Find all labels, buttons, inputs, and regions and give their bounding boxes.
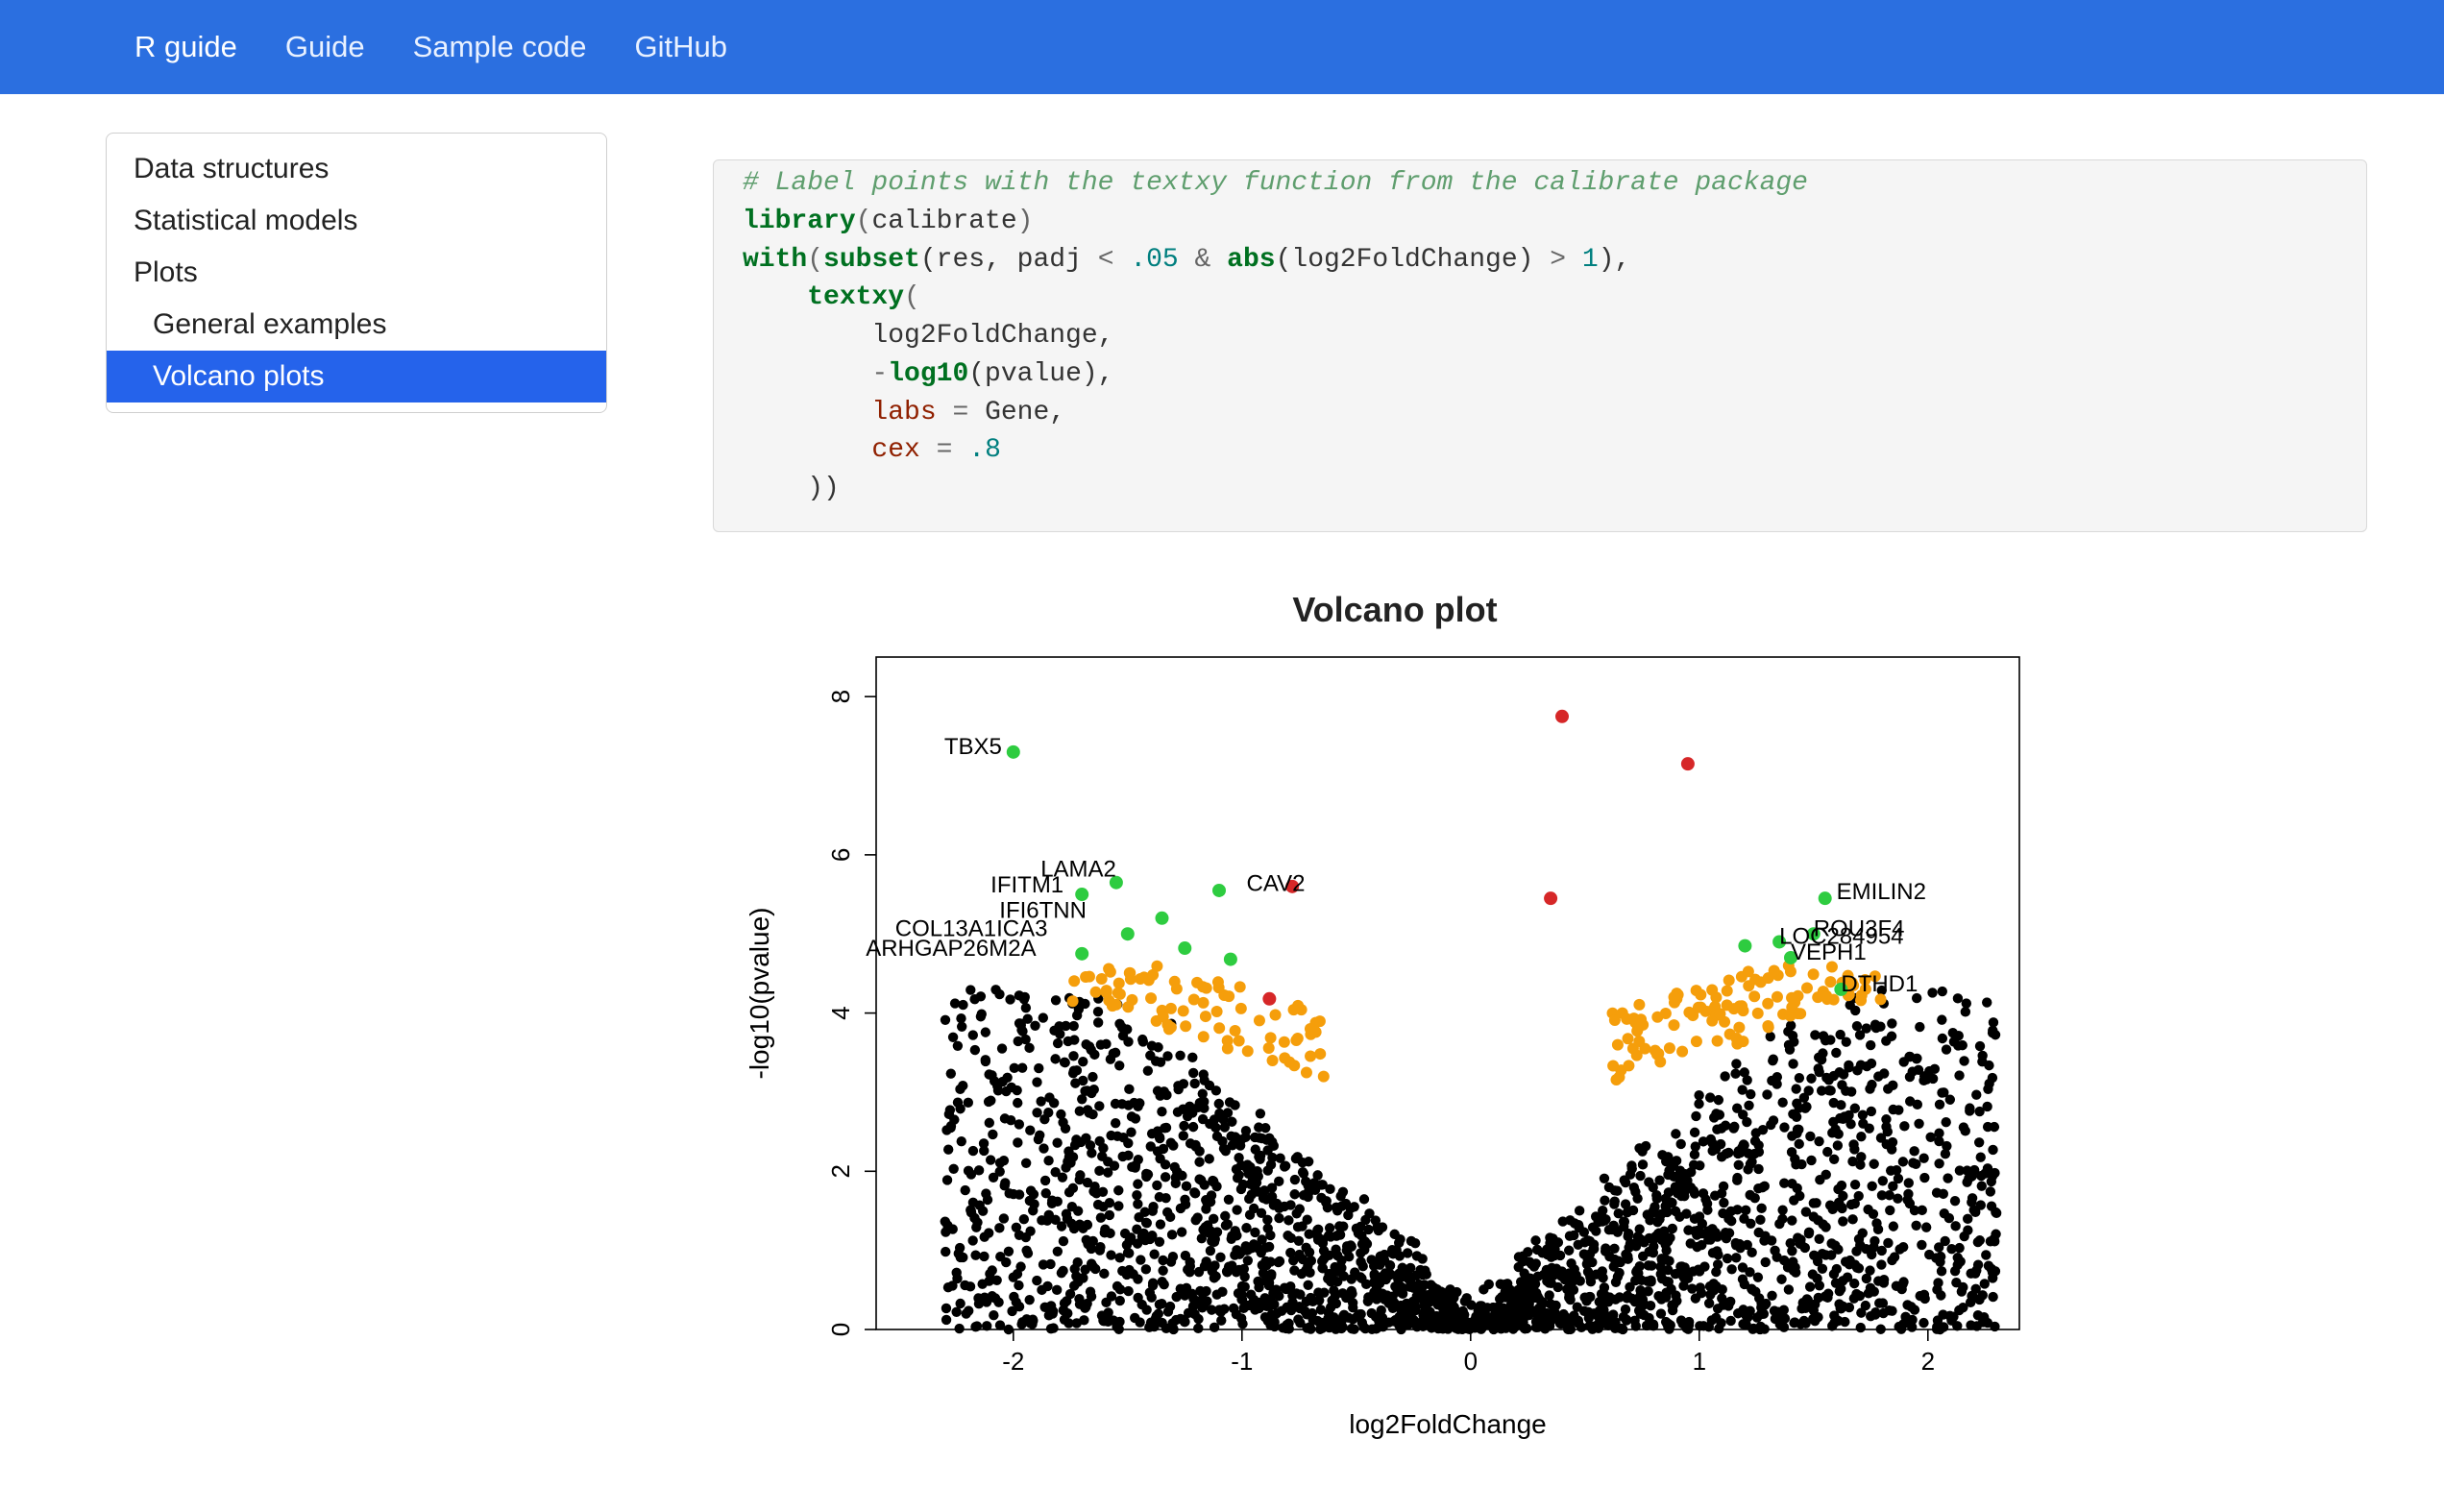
- kw-log10: log10: [888, 359, 968, 389]
- svg-text:6: 6: [826, 847, 855, 861]
- x-axis-label: log2FoldChange: [1349, 1409, 1547, 1439]
- svg-text:-1: -1: [1231, 1347, 1253, 1376]
- sidebar-item-statistical-models[interactable]: Statistical models: [107, 195, 606, 247]
- chart-title: Volcano plot: [770, 590, 2019, 630]
- nav-link-github[interactable]: GitHub: [635, 30, 727, 64]
- code-comment: # Label points with the textxy function …: [743, 168, 1808, 198]
- svg-text:-2: -2: [1002, 1347, 1024, 1376]
- gene-label: EMILIN2: [1837, 879, 1926, 905]
- gene-label: DTHD1: [1841, 971, 1918, 997]
- sidebar-item-general-examples[interactable]: General examples: [107, 299, 606, 351]
- svg-text:4: 4: [826, 1006, 855, 1019]
- gene-label: VEPH1: [1791, 939, 1867, 965]
- kw-subset: subset: [823, 245, 920, 275]
- sidebar-item-data-structures[interactable]: Data structures: [107, 143, 606, 195]
- top-navbar: R guide Guide Sample code GitHub: [0, 0, 2444, 94]
- gene-label: ARHGAP26M2A: [866, 936, 1036, 962]
- kw-textxy: textxy: [807, 282, 904, 312]
- svg-text:2: 2: [1921, 1347, 1935, 1376]
- page-body: Data structures Statistical models Plots…: [0, 94, 2444, 1512]
- gene-label: TBX5: [944, 734, 1002, 760]
- volcano-plot-figure: Volcano plot TBX5LAMA2IFITM1CAV2IFI6TNNC…: [732, 590, 2367, 1454]
- scatter-green: [1007, 745, 1848, 996]
- sidebar-item-volcano-plots[interactable]: Volcano plots: [107, 351, 606, 402]
- scatter-default: [941, 985, 2002, 1334]
- nav-link-sample-code[interactable]: Sample code: [413, 30, 587, 64]
- svg-text:2: 2: [826, 1164, 855, 1178]
- sidebar-item-plots[interactable]: Plots: [107, 247, 606, 299]
- sidebar: Data structures Statistical models Plots…: [106, 133, 607, 413]
- svg-text:1: 1: [1693, 1347, 1706, 1376]
- volcano-plot-svg: TBX5LAMA2IFITM1CAV2IFI6TNNCOL13A1ICA3ARH…: [732, 647, 2058, 1454]
- svg-text:0: 0: [826, 1323, 855, 1336]
- gene-label: CAV2: [1247, 870, 1306, 896]
- main-content: # Label points with the textxy function …: [713, 133, 2367, 1454]
- kw-with: with: [743, 245, 807, 275]
- code-block[interactable]: # Label points with the textxy function …: [713, 159, 2367, 532]
- kw-abs: abs: [1227, 245, 1275, 275]
- brand[interactable]: R guide: [134, 30, 237, 64]
- svg-text:8: 8: [826, 690, 855, 703]
- gene-label: IFITM1: [990, 872, 1063, 898]
- scatter-red: [1262, 710, 1695, 1006]
- nav-link-guide[interactable]: Guide: [285, 30, 365, 64]
- kw-library: library: [743, 207, 856, 236]
- y-axis-label: -log10(pvalue): [745, 907, 774, 1079]
- svg-text:0: 0: [1464, 1347, 1478, 1376]
- scatter-orange: [1067, 960, 1887, 1085]
